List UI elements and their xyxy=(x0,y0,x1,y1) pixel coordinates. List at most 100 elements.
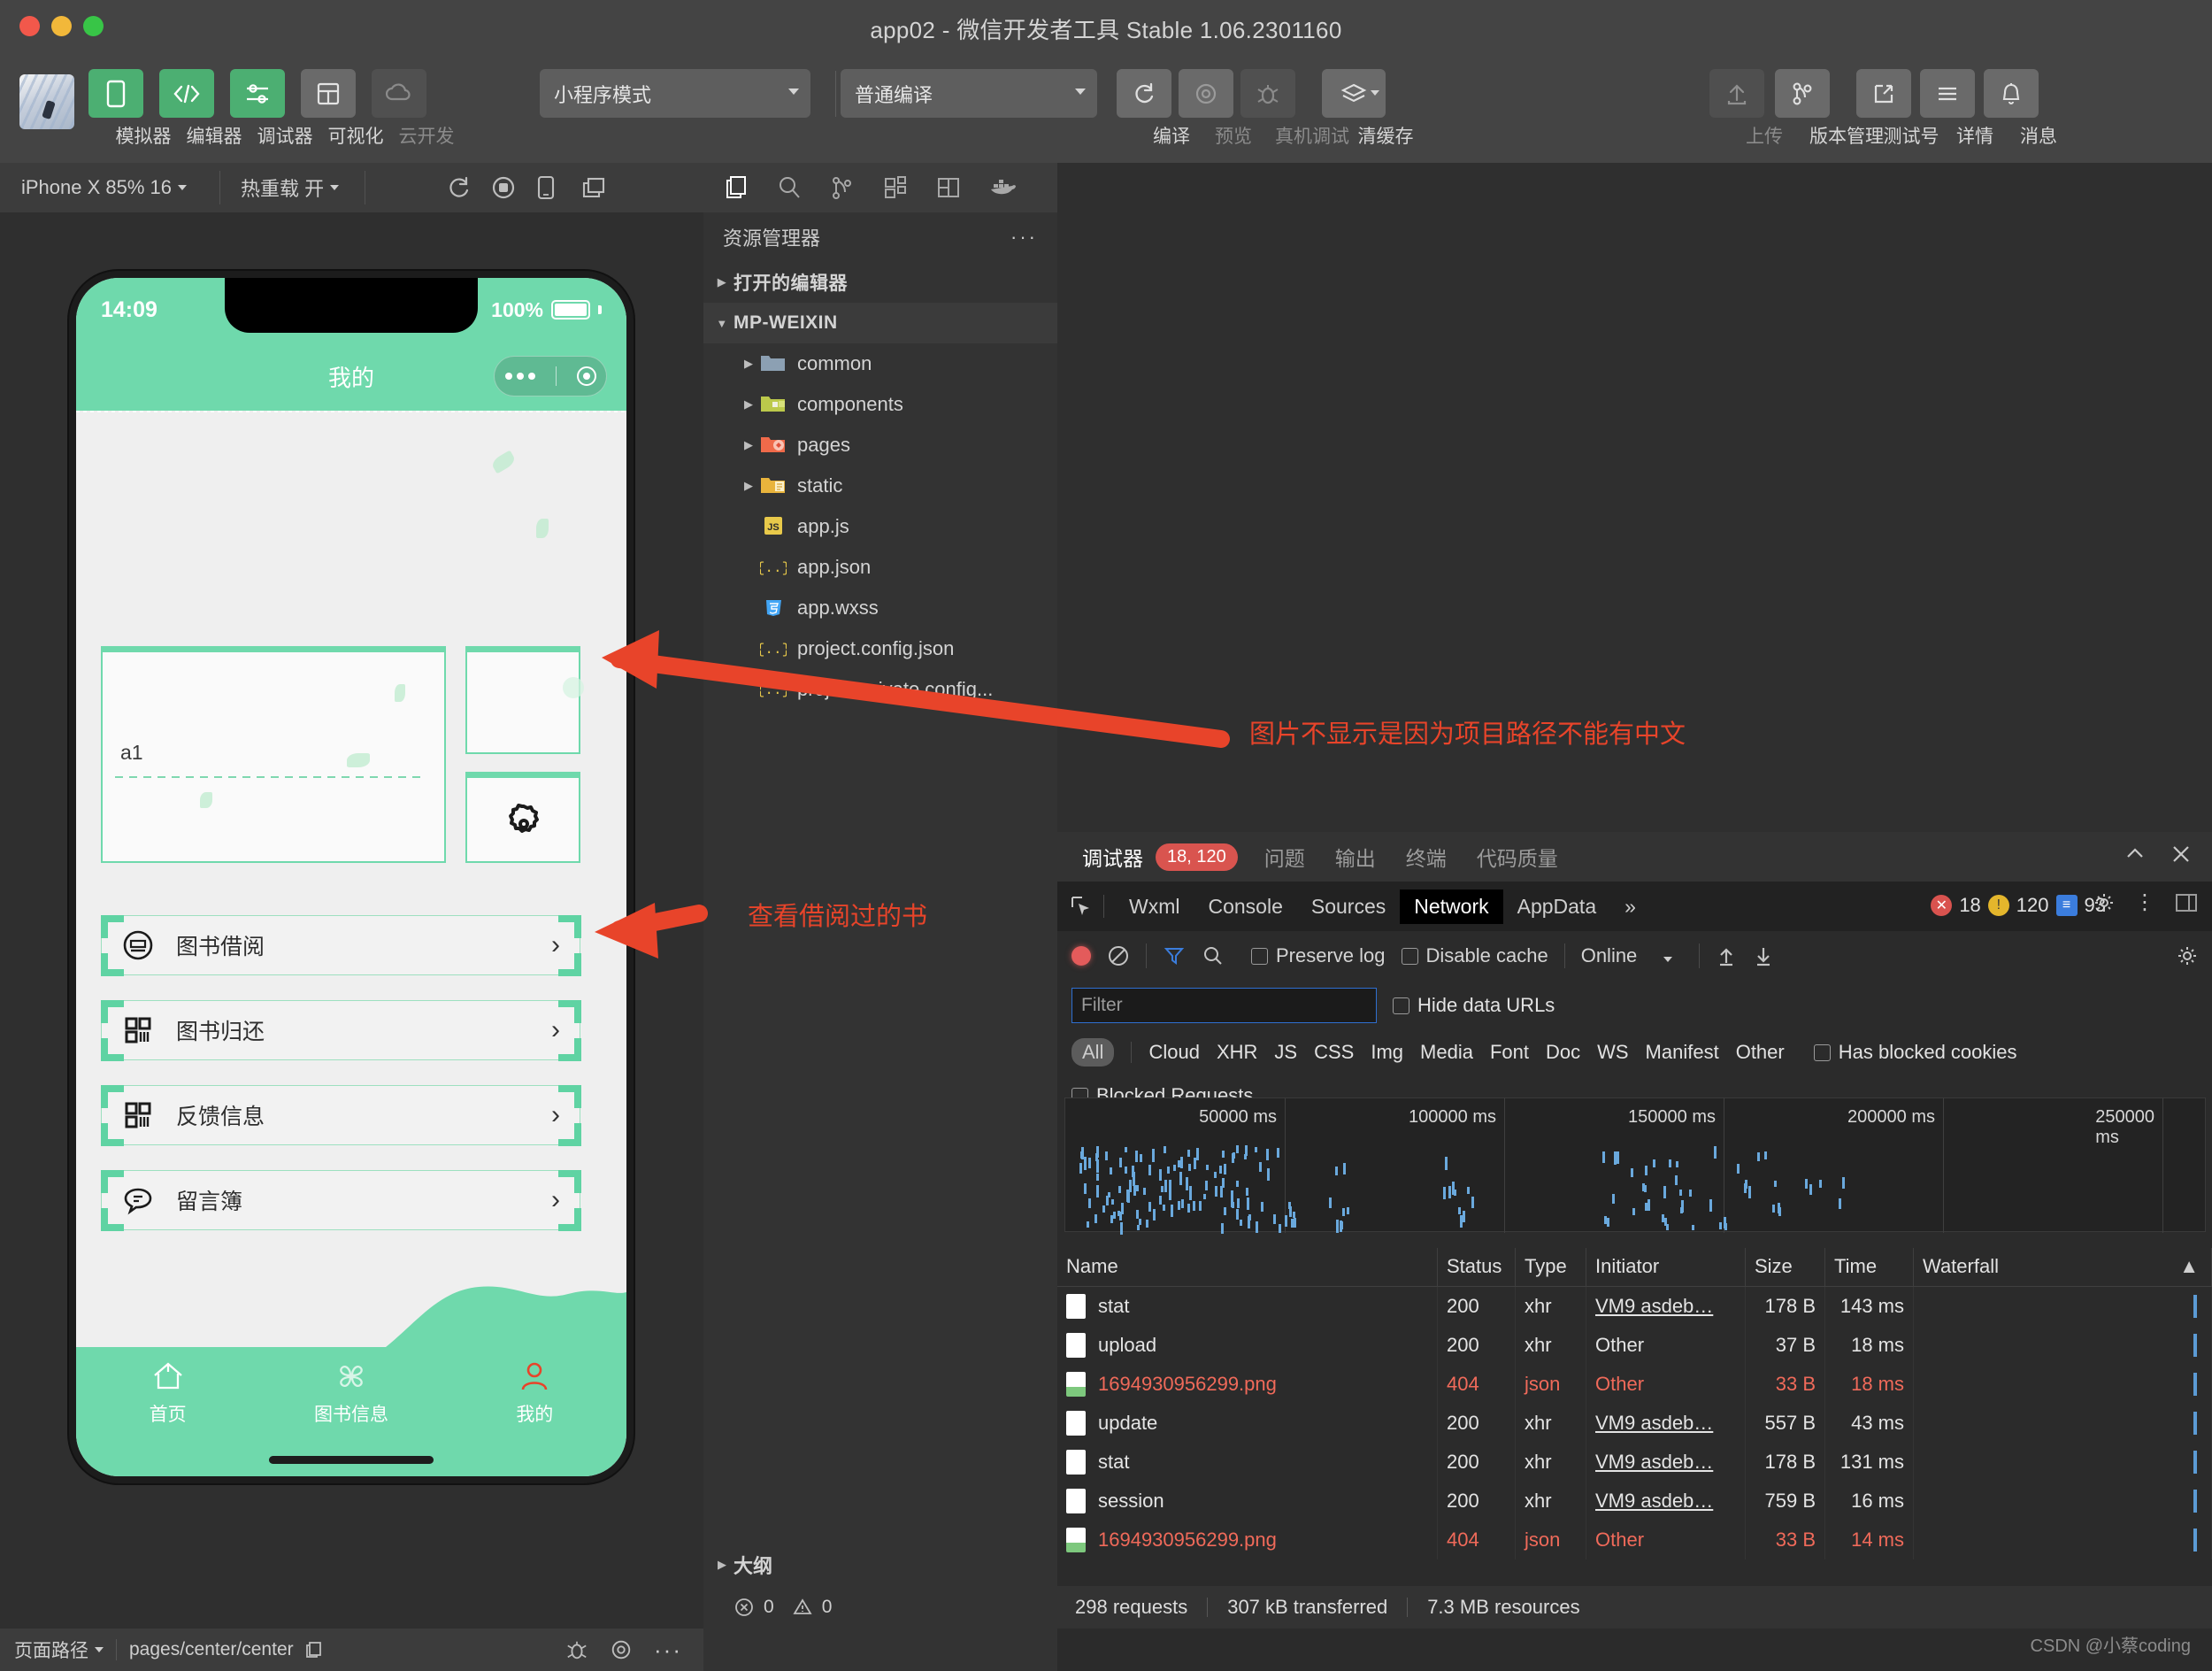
mode-select[interactable]: 小程序模式 xyxy=(540,69,810,118)
toolbar-messages-button[interactable] xyxy=(1984,69,2039,118)
clear-icon[interactable] xyxy=(1107,944,1130,967)
gear-icon[interactable] xyxy=(2093,892,2115,913)
tree-item-app-wxss[interactable]: app.wxss xyxy=(703,588,1057,628)
settings-card[interactable] xyxy=(465,772,580,863)
toolbar-compile-button[interactable] xyxy=(1117,69,1171,118)
tab-book-info[interactable]: 图书信息 xyxy=(259,1359,442,1427)
devtools-tab-wxml[interactable]: Wxml xyxy=(1115,889,1194,924)
devtools-tab-overflow[interactable]: » xyxy=(1610,889,1650,924)
toolbar-upload-button[interactable] xyxy=(1709,69,1764,118)
tree-item-pages[interactable]: ▶ pages xyxy=(703,425,1057,466)
tree-item-components[interactable]: ▶ components xyxy=(703,384,1057,425)
type-filter-font[interactable]: Font xyxy=(1490,1041,1529,1064)
devtools-tab-appdata[interactable]: AppData xyxy=(1503,889,1611,924)
toolbar-details-button[interactable] xyxy=(1920,69,1975,118)
toolbar-clearcache-button[interactable] xyxy=(1322,69,1386,118)
wechat-capsule[interactable] xyxy=(494,356,607,397)
type-filter-media[interactable]: Media xyxy=(1420,1041,1473,1064)
type-filter-doc[interactable]: Doc xyxy=(1546,1041,1580,1064)
toolbar-preview-button[interactable] xyxy=(1179,69,1233,118)
eye-icon[interactable] xyxy=(610,1638,633,1661)
filter-icon[interactable] xyxy=(1163,944,1186,967)
tree-item-project-config[interactable]: {..} project.config.json xyxy=(703,628,1057,669)
toolbar-editor-button[interactable] xyxy=(159,69,214,118)
tree-item-app-js[interactable]: JS app.js xyxy=(703,506,1057,547)
type-filter-all[interactable]: All xyxy=(1071,1038,1114,1067)
kebab-menu-icon[interactable]: ⋮ xyxy=(2134,896,2155,911)
close-mini-program-icon[interactable] xyxy=(577,366,596,386)
search-icon[interactable] xyxy=(776,174,803,201)
tab-debugger[interactable]: 调试器 xyxy=(1079,842,1147,872)
toolbar-testid-button[interactable] xyxy=(1856,69,1911,118)
toolbar-cloud-button[interactable] xyxy=(372,69,426,118)
files-icon[interactable] xyxy=(723,174,749,201)
menu-item-book-return[interactable]: 图书归还 › xyxy=(101,1000,580,1060)
has-blocked-cookies-checkbox[interactable]: Has blocked cookies xyxy=(1814,1041,2017,1064)
more-icon[interactable]: ··· xyxy=(654,1636,682,1664)
tab-code-quality[interactable]: 代码质量 xyxy=(1473,842,1562,872)
table-row[interactable]: stat200xhrVM9 asdeb…178 B143 ms xyxy=(1057,1287,2212,1326)
cell-initiator[interactable]: VM9 asdeb… xyxy=(1586,1482,1746,1521)
page-path-label[interactable]: 页面路径 xyxy=(14,1636,88,1663)
cell-initiator[interactable]: VM9 asdeb… xyxy=(1586,1404,1746,1443)
menu-item-book-borrow[interactable]: 图书借阅 › xyxy=(101,915,580,975)
user-avatar[interactable] xyxy=(19,74,74,129)
profile-card[interactable]: a1 xyxy=(101,646,446,863)
tree-item-common[interactable]: ▶ common xyxy=(703,343,1057,384)
inspect-element-icon[interactable] xyxy=(1070,895,1093,918)
column-header-status[interactable]: Status xyxy=(1438,1248,1516,1286)
table-row[interactable]: update200xhrVM9 asdeb…557 B43 ms xyxy=(1057,1404,2212,1443)
column-header-time[interactable]: Time xyxy=(1825,1248,1914,1286)
table-row[interactable]: 1694930956299.png404jsonOther33 B18 ms xyxy=(1057,1365,2212,1404)
extensions-icon[interactable] xyxy=(882,174,909,201)
devtools-tab-sources[interactable]: Sources xyxy=(1297,889,1400,924)
hide-data-urls-checkbox[interactable]: Hide data URLs xyxy=(1393,994,1555,1017)
docker-icon[interactable] xyxy=(988,175,1017,200)
more-icon[interactable] xyxy=(505,373,535,380)
copy-icon[interactable] xyxy=(304,1640,324,1659)
throttle-select[interactable]: Online xyxy=(1581,944,1673,967)
toolbar-version-button[interactable] xyxy=(1775,69,1830,118)
menu-item-feedback[interactable]: 反馈信息 › xyxy=(101,1085,580,1145)
source-control-icon[interactable] xyxy=(829,174,856,201)
device-select[interactable]: iPhone X 85% 16 xyxy=(7,163,201,212)
phone-screen[interactable]: 14:09 100% 我的 xyxy=(76,278,626,1476)
filter-input[interactable]: Filter xyxy=(1071,988,1377,1023)
toolbar-visualize-button[interactable] xyxy=(301,69,356,118)
outline-header[interactable]: ▶ 大纲 xyxy=(703,1544,1057,1586)
cell-initiator[interactable]: VM9 asdeb… xyxy=(1586,1443,1746,1482)
split-icon[interactable] xyxy=(935,174,962,201)
table-row[interactable]: session200xhrVM9 asdeb…759 B16 ms xyxy=(1057,1482,2212,1521)
cell-initiator[interactable]: Other xyxy=(1586,1365,1746,1404)
type-filter-css[interactable]: CSS xyxy=(1314,1041,1354,1064)
bug-icon[interactable] xyxy=(565,1638,588,1661)
record-button[interactable] xyxy=(1071,946,1091,966)
more-icon[interactable]: ··· xyxy=(1010,226,1038,249)
type-filter-js[interactable]: JS xyxy=(1274,1041,1297,1064)
type-filter-ws[interactable]: WS xyxy=(1597,1041,1628,1064)
avatar-image-card[interactable] xyxy=(465,646,580,754)
table-row[interactable]: 1694930956299.png404jsonOther33 B14 ms xyxy=(1057,1521,2212,1559)
tab-home[interactable]: 首页 xyxy=(76,1359,259,1427)
sim-device-button[interactable] xyxy=(522,163,570,212)
tree-section-mp-weixin[interactable]: ▼ MP-WEIXIN xyxy=(703,303,1057,343)
tab-output[interactable]: 输出 xyxy=(1332,842,1379,872)
toolbar-realdevice-button[interactable] xyxy=(1240,69,1295,118)
preserve-log-checkbox[interactable]: Preserve log xyxy=(1251,944,1386,967)
gear-icon[interactable] xyxy=(2177,945,2198,966)
table-row[interactable]: stat200xhrVM9 asdeb…178 B131 ms xyxy=(1057,1443,2212,1482)
disable-cache-checkbox[interactable]: Disable cache xyxy=(1402,944,1548,967)
tree-section-open-editors[interactable]: ▶ 打开的编辑器 xyxy=(703,262,1057,303)
tab-problems[interactable]: 问题 xyxy=(1261,842,1309,872)
type-filter-cloud[interactable]: Cloud xyxy=(1148,1041,1199,1064)
cell-initiator[interactable]: Other xyxy=(1586,1521,1746,1559)
column-header-initiator[interactable]: Initiator xyxy=(1586,1248,1746,1286)
close-icon[interactable] xyxy=(2170,843,2193,866)
column-header-size[interactable]: Size xyxy=(1746,1248,1825,1286)
chevron-down-icon[interactable] xyxy=(95,1647,104,1652)
dock-side-icon[interactable] xyxy=(2175,892,2198,913)
tab-terminal[interactable]: 终端 xyxy=(1402,842,1450,872)
cell-initiator[interactable]: Other xyxy=(1586,1326,1746,1365)
column-header-name[interactable]: Name xyxy=(1057,1248,1438,1286)
type-filter-other[interactable]: Other xyxy=(1736,1041,1785,1064)
